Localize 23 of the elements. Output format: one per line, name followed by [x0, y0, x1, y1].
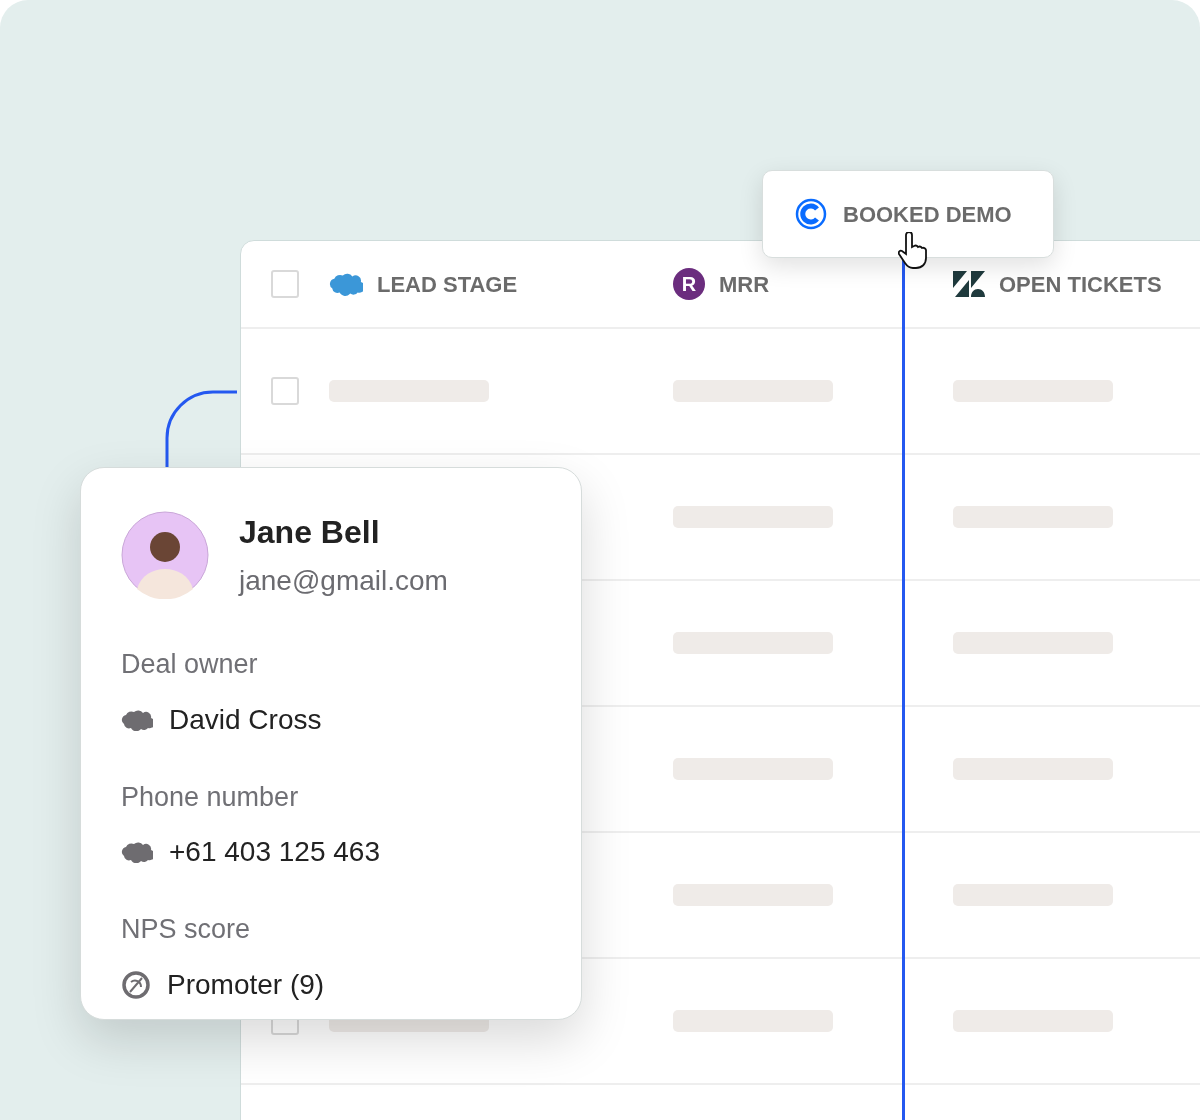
- circle-logo-icon: [121, 969, 151, 1000]
- column-header[interactable]: LEAD STAGE: [377, 267, 518, 301]
- cloud-icon: [329, 272, 363, 296]
- contact-name: Jane Bell: [239, 513, 381, 552]
- avatar-icon: [121, 511, 209, 599]
- column-header[interactable]: MRR: [719, 267, 770, 301]
- field-value: Promoter (9): [167, 967, 325, 1002]
- c-logo-icon: [795, 198, 827, 230]
- checkbox[interactable]: [271, 377, 299, 405]
- checkbox[interactable]: [271, 270, 299, 298]
- field-label: Phone number: [121, 780, 300, 814]
- column-header[interactable]: OPEN TICKETS: [999, 267, 1162, 301]
- booked-demo-popover[interactable]: BOOKED DEMO: [762, 170, 1054, 258]
- cloud-icon: [121, 708, 153, 731]
- logo-icon: R: [673, 268, 705, 300]
- contact-email: jane@gmail.com: [239, 564, 448, 598]
- field-label: NPS score: [121, 913, 252, 946]
- field-value: David Cross: [169, 702, 322, 737]
- field-label: Deal owner: [121, 648, 259, 681]
- field-value: +61 403 125 463: [169, 835, 380, 869]
- cloud-icon: [121, 841, 153, 863]
- zigzag-logo-icon: [953, 271, 985, 297]
- popover-label: BOOKED DEMO: [843, 200, 1012, 229]
